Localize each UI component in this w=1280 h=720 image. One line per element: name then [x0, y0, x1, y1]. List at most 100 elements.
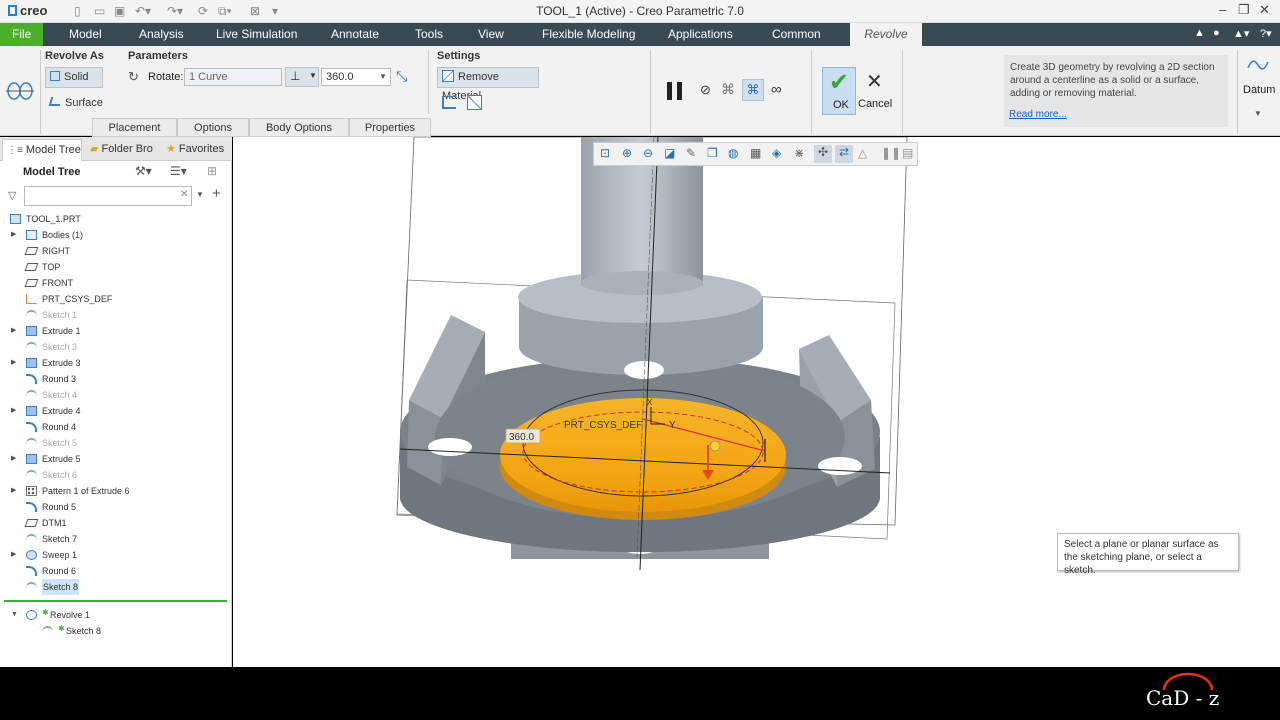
- rotate-collector[interactable]: 1 Curve: [184, 68, 282, 86]
- chevron-down-icon[interactable]: ▼: [379, 69, 387, 85]
- expand-icon[interactable]: ▶: [11, 355, 16, 371]
- tree-item[interactable]: Sketch 4: [0, 387, 232, 403]
- tab-applications[interactable]: Applications: [658, 23, 743, 46]
- simulation-display-icon[interactable]: △: [858, 146, 867, 160]
- user-icon[interactable]: ●: [1213, 27, 1220, 39]
- ok-button[interactable]: ✔ OK: [822, 67, 856, 115]
- add-icon[interactable]: +: [212, 185, 221, 202]
- pause-icon[interactable]: ❚❚: [881, 146, 901, 160]
- flip-direction-icon[interactable]: ⤡: [396, 68, 407, 85]
- pause-icon[interactable]: [677, 82, 682, 100]
- tab-placement[interactable]: Placement: [92, 118, 177, 137]
- tab-file[interactable]: File: [0, 23, 44, 46]
- read-more-link[interactable]: Read more...: [1009, 108, 1067, 121]
- collapse-icon[interactable]: ▼: [11, 607, 18, 623]
- show-icon[interactable]: ☰▾: [170, 164, 187, 178]
- tree-item[interactable]: RIGHT: [0, 243, 232, 259]
- tab-model-tree[interactable]: ⋮≡ Model Tree: [2, 139, 82, 161]
- model-graphic[interactable]: PRT_CSYS_DEF Y X 360.0: [233, 137, 1280, 667]
- expand-icon[interactable]: ▶: [11, 451, 16, 467]
- tree-item[interactable]: Round 6: [0, 563, 232, 579]
- datum-label[interactable]: Datum: [1243, 84, 1275, 96]
- tab-options[interactable]: Options: [177, 118, 249, 137]
- expand-icon[interactable]: ▶: [11, 227, 16, 243]
- tree-item[interactable]: ▶ Extrude 1: [0, 323, 232, 339]
- attached-preview-icon[interactable]: ⌘: [721, 81, 735, 98]
- collapse-ribbon-icon[interactable]: ▲: [1194, 27, 1205, 39]
- section-icon[interactable]: ◈: [772, 146, 781, 160]
- cancel-button[interactable]: ✕ Cancel: [858, 67, 892, 115]
- tree-item[interactable]: ▶ Sweep 1: [0, 547, 232, 563]
- insert-indicator[interactable]: [4, 600, 227, 602]
- close-icon[interactable]: ✕: [1259, 2, 1270, 18]
- datum-icon[interactable]: [1246, 54, 1270, 76]
- chevron-down-icon[interactable]: ▼: [196, 190, 204, 199]
- surface-button[interactable]: Surface: [45, 93, 115, 113]
- tab-folder-browser[interactable]: ▰ Folder Bro: [86, 139, 158, 161]
- tree-item[interactable]: TOOL_1.PRT: [0, 211, 232, 227]
- tab-live-simulation[interactable]: Live Simulation: [206, 23, 307, 46]
- restore-icon[interactable]: ❐: [1238, 2, 1250, 18]
- tree-item[interactable]: Sketch 8: [0, 579, 232, 595]
- flip-material-icon[interactable]: [467, 95, 482, 110]
- settings-icon[interactable]: ⚒▾: [135, 164, 152, 178]
- tab-analysis[interactable]: Analysis: [129, 23, 194, 46]
- minimize-icon[interactable]: –: [1219, 2, 1226, 17]
- zoom-out-icon[interactable]: ⊖: [643, 146, 653, 160]
- geometry-preview-icon[interactable]: ⌘: [742, 79, 764, 101]
- refit-icon[interactable]: ⊡: [600, 146, 610, 160]
- tab-view[interactable]: View: [468, 23, 514, 46]
- tab-tools[interactable]: Tools: [405, 23, 453, 46]
- tree-item[interactable]: ▶ Extrude 3: [0, 355, 232, 371]
- solid-button[interactable]: Solid: [45, 67, 103, 88]
- perspective-icon[interactable]: ✎: [686, 146, 696, 160]
- datum-display-icon[interactable]: ⋇: [794, 146, 804, 160]
- tree-item[interactable]: ▶ Extrude 4: [0, 403, 232, 419]
- help-icon[interactable]: ?▾: [1260, 27, 1272, 40]
- tree-item[interactable]: ▶ Bodies (1): [0, 227, 232, 243]
- tree-item[interactable]: Sketch 6: [0, 467, 232, 483]
- feature-tree-item[interactable]: ✱ Sketch 8: [0, 623, 232, 639]
- chevron-down-icon[interactable]: ▼: [1254, 109, 1262, 118]
- thicken-sketch-icon[interactable]: [442, 96, 456, 109]
- tree-item[interactable]: FRONT: [0, 275, 232, 291]
- stop-icon[interactable]: ▤: [902, 146, 913, 160]
- tab-properties[interactable]: Properties: [349, 118, 431, 137]
- pause-icon[interactable]: [667, 82, 672, 100]
- tree-item[interactable]: Sketch 7: [0, 531, 232, 547]
- tree-item[interactable]: DTM1: [0, 515, 232, 531]
- tree-filter-input[interactable]: ✕: [24, 186, 192, 206]
- tree-item[interactable]: PRT_CSYS_DEF: [0, 291, 232, 307]
- expand-icon[interactable]: ▶: [11, 403, 16, 419]
- repaint-icon[interactable]: ◪: [664, 146, 675, 160]
- tab-model[interactable]: Model: [59, 23, 112, 46]
- zoom-in-icon[interactable]: ⊕: [622, 146, 632, 160]
- columns-icon[interactable]: ⊞: [207, 164, 217, 178]
- tab-common[interactable]: Common: [762, 23, 831, 46]
- remove-material-button[interactable]: Remove Material: [437, 67, 539, 102]
- tab-annotate[interactable]: Annotate: [321, 23, 389, 46]
- saved-views-icon[interactable]: ◍: [728, 146, 738, 160]
- expand-icon[interactable]: ▶: [11, 483, 16, 499]
- tab-body-options[interactable]: Body Options: [249, 118, 349, 137]
- tab-flexible-modeling[interactable]: Flexible Modeling: [532, 23, 645, 46]
- tree-item[interactable]: Round 4: [0, 419, 232, 435]
- angle-dimension[interactable]: 360.0: [509, 432, 534, 443]
- spin-center-icon[interactable]: ✣: [814, 145, 832, 163]
- angle-input[interactable]: 360.0 ▼: [321, 68, 391, 86]
- tab-revolve[interactable]: Revolve: [850, 23, 922, 46]
- tree-item[interactable]: Sketch 1: [0, 307, 232, 323]
- angle-option-dropdown[interactable]: ⊥ ▼: [285, 67, 319, 87]
- verify-glasses-icon[interactable]: ∞: [771, 81, 782, 98]
- tree-item[interactable]: Sketch 5: [0, 435, 232, 451]
- tree-item[interactable]: Round 3: [0, 371, 232, 387]
- tree-item[interactable]: Round 5: [0, 499, 232, 515]
- feature-tree-item[interactable]: ▼ ✱ Revolve 1: [0, 607, 232, 623]
- annotation-display-icon[interactable]: ⇄: [835, 145, 853, 163]
- hat-icon[interactable]: ▲▾: [1233, 27, 1249, 40]
- display-style-icon[interactable]: ❒: [707, 146, 718, 160]
- clear-icon[interactable]: ✕: [180, 189, 188, 200]
- tree-item[interactable]: ▶ Extrude 5: [0, 451, 232, 467]
- tab-favorites[interactable]: ★ Favorites: [162, 139, 230, 161]
- view-manager-icon[interactable]: ▦: [750, 146, 761, 160]
